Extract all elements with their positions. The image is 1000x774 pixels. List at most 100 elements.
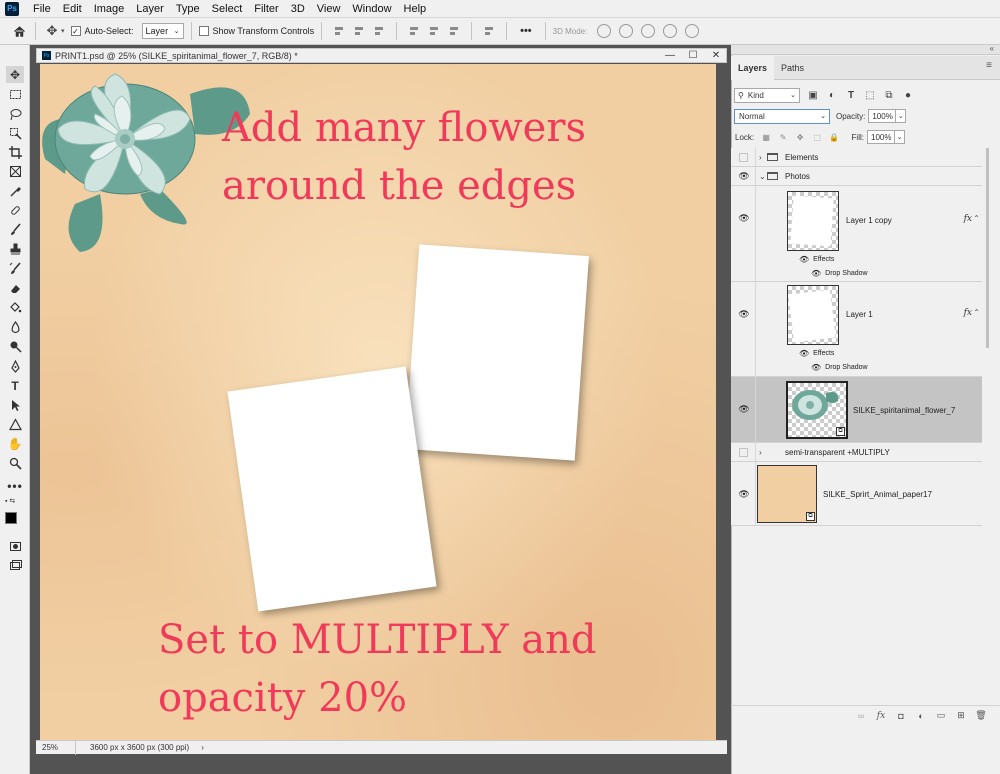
menu-layer[interactable]: Layer	[130, 0, 170, 18]
status-menu-arrow-icon[interactable]: ›	[201, 743, 204, 752]
tab-paths[interactable]: Paths	[774, 56, 811, 80]
menu-window[interactable]: Window	[346, 0, 397, 18]
panel-collapse-bar[interactable]: «	[731, 44, 1000, 55]
add-mask-icon[interactable]: ◘	[894, 709, 908, 723]
rectangular-marquee-icon[interactable]	[6, 86, 24, 103]
crop-icon[interactable]	[6, 144, 24, 161]
zoom-level[interactable]: 25%	[36, 740, 76, 755]
chevron-right-icon[interactable]: ›	[759, 153, 762, 162]
type-tool-icon[interactable]: T	[6, 377, 24, 394]
screen-mode-icon[interactable]	[6, 557, 24, 574]
lasso-icon[interactable]	[6, 106, 24, 123]
layer-row-photos[interactable]: 👁 ⌄ Photos	[731, 167, 982, 186]
eye-icon[interactable]: 👁	[738, 404, 749, 414]
3d-slide-icon[interactable]	[663, 24, 678, 38]
auto-select-target-dropdown[interactable]: Layer ⌄	[141, 23, 184, 39]
path-selection-icon[interactable]	[6, 397, 24, 414]
eye-icon[interactable]: 👁	[738, 171, 749, 181]
collapse-panel-icon[interactable]: «	[990, 44, 994, 53]
layers-scrollbar[interactable]	[982, 148, 1000, 526]
align-right-icon[interactable]	[372, 24, 386, 38]
frame-tool-icon[interactable]	[6, 163, 24, 180]
tab-layers[interactable]: Layers	[731, 56, 775, 80]
history-brush-icon[interactable]	[6, 260, 24, 277]
filter-pixel-icon[interactable]: ▣	[807, 89, 819, 101]
filter-toggle-icon[interactable]: ●	[902, 89, 914, 101]
menu-file[interactable]: File	[27, 0, 57, 18]
eye-icon[interactable]: 👁	[811, 269, 821, 278]
layer-row-elements[interactable]: › Elements	[731, 148, 982, 167]
lock-all-icon[interactable]: 🔒	[829, 132, 839, 142]
zoom-tool-icon[interactable]	[6, 455, 24, 472]
align-left-icon[interactable]	[332, 24, 346, 38]
align-top-icon[interactable]	[407, 24, 421, 38]
align-horizontal-center-icon[interactable]	[352, 24, 366, 38]
3d-roll-icon[interactable]	[619, 24, 634, 38]
move-tool-icon[interactable]: ✥	[6, 66, 24, 83]
eye-icon[interactable]: 👁	[799, 255, 809, 264]
pen-icon[interactable]	[6, 358, 24, 375]
fill-input[interactable]: 100%	[867, 130, 895, 144]
edit-toolbar-icon[interactable]: •••	[6, 477, 24, 494]
canvas[interactable]: Add many flowers around the edges Set to…	[40, 64, 716, 740]
menu-image[interactable]: Image	[88, 0, 131, 18]
align-vertical-center-icon[interactable]	[427, 24, 441, 38]
maximize-icon[interactable]: ☐	[682, 49, 704, 62]
chevron-down-icon[interactable]: ⌄	[759, 172, 766, 181]
3d-scale-icon[interactable]	[685, 24, 700, 38]
show-transform-checkbox[interactable]	[198, 26, 209, 36]
fx-icon[interactable]: fx	[964, 214, 972, 224]
eyedropper-icon[interactable]	[6, 183, 24, 200]
clone-stamp-icon[interactable]	[6, 241, 24, 258]
menu-select[interactable]: Select	[206, 0, 249, 18]
lock-position-icon[interactable]: ✥	[795, 132, 805, 142]
chevron-up-icon[interactable]: ⌃	[973, 308, 980, 317]
opacity-slider-arrow-icon[interactable]: ⌄	[896, 109, 907, 123]
move-tool-icon[interactable]: ✥	[43, 22, 61, 40]
document-tab[interactable]: Ps PRINT1.psd @ 25% (SILKE_spiritanimal_…	[36, 48, 727, 63]
quick-mask-icon[interactable]	[6, 538, 24, 555]
layer-row-flower[interactable]: 👁 ⧉ SILKE_spiritanimal_flower_7	[731, 377, 982, 443]
fx-icon[interactable]: fx	[964, 308, 972, 318]
photo-frame-layer-1[interactable]	[227, 366, 437, 612]
home-icon[interactable]	[10, 22, 28, 40]
3d-drag-icon[interactable]	[641, 24, 656, 38]
lock-transparent-icon[interactable]: ▦	[761, 132, 771, 142]
layer-row-layer-1[interactable]: 👁 Layer 1 fx ⌃ 👁 Effects 👁 Drop Shadow	[731, 282, 982, 377]
lock-image-icon[interactable]: ✎	[778, 132, 788, 142]
filter-smart-object-icon[interactable]: ⧉	[883, 89, 895, 101]
distribute-horizontal-icon[interactable]	[482, 24, 496, 38]
menu-help[interactable]: Help	[398, 0, 433, 18]
hand-tool-icon[interactable]: ✋	[6, 435, 24, 452]
brush-icon[interactable]	[6, 221, 24, 238]
chevron-right-icon[interactable]: ›	[759, 448, 762, 457]
eye-icon[interactable]: 👁	[799, 349, 809, 358]
lock-artboard-icon[interactable]: ⬚	[812, 132, 822, 142]
tool-preset-chevron-icon[interactable]: ▾	[61, 27, 65, 35]
shape-tool-icon[interactable]	[6, 416, 24, 433]
new-adjustment-layer-icon[interactable]: ◐	[914, 709, 928, 723]
align-bottom-icon[interactable]	[447, 24, 461, 38]
delete-layer-icon[interactable]: 🗑	[974, 709, 988, 723]
visibility-toggle-off[interactable]	[739, 152, 748, 162]
eraser-icon[interactable]	[6, 280, 24, 297]
fill-slider-arrow-icon[interactable]: ⌄	[895, 130, 905, 144]
menu-type[interactable]: Type	[170, 0, 206, 18]
healing-brush-icon[interactable]	[6, 202, 24, 219]
eye-icon[interactable]: 👁	[738, 489, 749, 499]
3d-orbit-icon[interactable]	[597, 24, 612, 38]
menu-filter[interactable]: Filter	[248, 0, 284, 18]
panel-menu-icon[interactable]: ≡	[986, 60, 992, 71]
layer-row-semi-transparent[interactable]: › semi-transparent +MULTIPLY	[731, 443, 982, 462]
eye-icon[interactable]: 👁	[811, 363, 821, 372]
minimize-icon[interactable]: —	[659, 49, 681, 62]
photo-frame-layer-1-copy[interactable]	[405, 244, 589, 461]
filter-type-icon[interactable]: T	[845, 89, 857, 101]
blend-mode-dropdown[interactable]: Normal ⌄	[734, 108, 830, 124]
auto-select-checkbox[interactable]: ✓	[70, 26, 81, 36]
filter-adjustment-icon[interactable]: ◐	[826, 89, 838, 101]
foreground-color-swatch[interactable]	[5, 512, 17, 524]
menu-edit[interactable]: Edit	[57, 0, 88, 18]
eye-icon[interactable]: 👁	[738, 213, 749, 223]
paint-bucket-icon[interactable]	[6, 299, 24, 316]
